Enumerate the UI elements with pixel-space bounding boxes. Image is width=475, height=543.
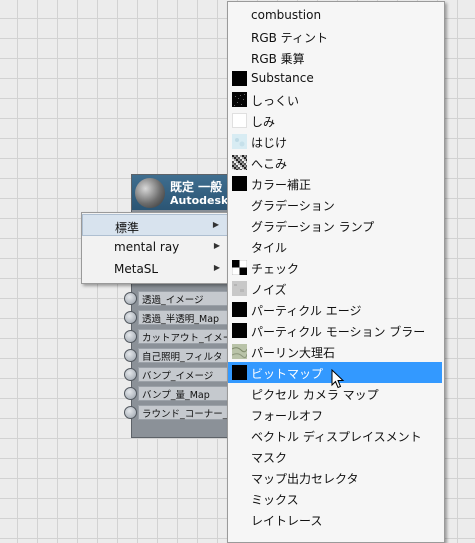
menu-item-map-type[interactable]: ベクトル ディスプレイスメント <box>228 425 442 446</box>
menu-item-map-type[interactable]: レイトレース <box>228 509 442 530</box>
material-sphere-thumbnail <box>135 178 165 208</box>
menu-item-label: マスク <box>251 451 288 465</box>
menu-item-label: しみ <box>251 115 276 129</box>
menu-item-map-type[interactable]: RGB 乗算 <box>228 47 442 68</box>
menu-item-label: グラデーション <box>251 199 335 213</box>
menu-item-map-type[interactable]: グラデーション <box>228 194 442 215</box>
node-header[interactable]: 既定 一般 Autodesk <box>132 175 232 210</box>
menu-item-map-type[interactable]: はじけ <box>228 131 442 152</box>
node-input-slot[interactable]: 透過_半透明_Map <box>124 308 232 327</box>
menu-item-map-type[interactable]: グラデーション ランプ <box>228 215 442 236</box>
node-input-slot[interactable]: 自己照明_フィルタ <box>124 346 232 365</box>
menu-item-label: mental ray <box>114 240 180 254</box>
menu-item-label: しっくい <box>251 94 300 108</box>
menu-item-label: タイル <box>251 241 288 255</box>
white-swatch-icon <box>232 113 247 128</box>
map-category-menu: 標準 ▶ mental ray ▶ MetaSL ▶ <box>81 212 231 284</box>
menu-item-label: レイトレース <box>251 514 323 528</box>
menu-item-label: ノイズ <box>251 283 287 297</box>
slot-socket-icon[interactable] <box>124 311 137 324</box>
menu-item-label: パーリン大理石 <box>251 346 336 360</box>
black-swatch-icon <box>232 176 247 191</box>
node-subtitle: Autodesk <box>170 194 229 207</box>
menu-item-map-type[interactable]: パーティクル エージ <box>228 299 442 320</box>
menu-item-label: グラデーション ランプ <box>251 220 375 234</box>
menu-item-map-type[interactable]: しみ <box>228 110 442 131</box>
menu-item-map-type[interactable]: ミックス <box>228 488 442 509</box>
map-type-menu: combustion RGB ティント RGB 乗算 Substance しっくいしみは… <box>227 1 445 543</box>
slot-label: 自己照明_フィルタ <box>142 352 223 363</box>
menu-item-label: フォールオフ <box>251 409 324 423</box>
slot-label: バンプ_量_Map <box>142 390 210 401</box>
slot-label: カットアウト_イメージ <box>142 333 230 344</box>
slot-socket-icon[interactable] <box>124 349 137 362</box>
menu-item-label: Substance <box>251 71 314 85</box>
menu-item-map-type[interactable]: マップ出力セレクタ <box>228 467 442 488</box>
marble-swatch-icon <box>232 344 247 359</box>
mouse-cursor-icon <box>331 369 345 389</box>
menu-item-map-type[interactable]: フォールオフ <box>228 404 442 425</box>
menu-item-category[interactable]: mental ray ▶ <box>82 236 228 258</box>
black-swatch-icon <box>232 302 247 317</box>
node-title: 既定 一般 <box>170 180 223 194</box>
menu-item-category[interactable]: MetaSL ▶ <box>82 258 228 280</box>
menu-item-map-type[interactable]: マスク <box>228 446 442 467</box>
menu-item-map-type[interactable]: combustion <box>228 5 442 26</box>
menu-item-map-type[interactable]: カラー補正 <box>228 173 442 194</box>
menu-item-label: へこみ <box>251 157 288 171</box>
menu-item-map-type[interactable]: しっくい <box>228 89 442 110</box>
checker-swatch-icon <box>232 260 247 275</box>
submenu-arrow-icon: ▶ <box>213 241 220 250</box>
menu-item-label: combustion <box>251 8 322 22</box>
menu-item-label: チェック <box>251 262 300 276</box>
menu-item-label: パーティクル エージ <box>251 304 362 318</box>
menu-item-label: RGB ティント <box>251 31 328 45</box>
slot-socket-icon[interactable] <box>124 387 137 400</box>
menu-item-map-type[interactable]: Substance <box>228 68 442 89</box>
menu-item-label: カラー補正 <box>251 178 312 192</box>
black-swatch-icon <box>232 365 247 380</box>
menu-item-label: RGB 乗算 <box>251 52 305 66</box>
slot-label: ラウンド_コーナー_ラ <box>142 409 230 420</box>
menu-item-label: マップ出力セレクタ <box>251 472 359 486</box>
gray-noise-swatch-icon <box>232 281 247 296</box>
menu-item-map-type[interactable]: チェック <box>228 257 442 278</box>
slot-socket-icon[interactable] <box>124 292 137 305</box>
slot-label: バンプ_イメージ <box>142 371 214 382</box>
node-input-slot[interactable]: 透過_イメージ <box>124 289 232 308</box>
menu-item-label: MetaSL <box>114 262 159 276</box>
light-blue-swatch-icon <box>232 134 247 149</box>
menu-item-category[interactable]: 標準 ▶ <box>82 214 228 236</box>
menu-item-label: 標準 <box>115 221 140 235</box>
slot-socket-icon[interactable] <box>124 406 137 419</box>
black-swatch-icon <box>232 323 247 338</box>
menu-item-map-type[interactable]: パーリン大理石 <box>228 341 442 362</box>
menu-item-label: パーティクル モーション ブラー <box>251 325 426 339</box>
menu-item-label: ビットマップ <box>251 367 324 381</box>
menu-item-map-type[interactable]: RGB ティント <box>228 26 442 47</box>
slot-socket-icon[interactable] <box>124 368 137 381</box>
menu-item-label: ミックス <box>251 493 299 507</box>
menu-item-map-type[interactable]: パーティクル モーション ブラー <box>228 320 442 341</box>
node-input-slot[interactable]: バンプ_イメージ <box>124 365 232 384</box>
node-input-slot[interactable]: カットアウト_イメージ <box>124 327 232 346</box>
slot-label: 透過_イメージ <box>142 295 204 306</box>
menu-item-label: はじけ <box>251 136 288 150</box>
node-input-slot[interactable]: バンプ_量_Map <box>124 384 232 403</box>
noise-swatch-icon <box>232 155 247 170</box>
node-input-slot[interactable]: ラウンド_コーナー_ラ <box>124 403 232 422</box>
slot-label: 透過_半透明_Map <box>142 314 220 325</box>
submenu-arrow-icon: ▶ <box>213 263 220 272</box>
menu-item-label: ベクトル ディスプレイスメント <box>251 430 422 444</box>
slot-socket-icon[interactable] <box>124 330 137 343</box>
menu-item-map-type[interactable]: タイル <box>228 236 442 257</box>
black-swatch-icon <box>232 71 247 86</box>
menu-item-map-type[interactable]: へこみ <box>228 152 442 173</box>
menu-item-map-type[interactable]: ノイズ <box>228 278 442 299</box>
menu-item-label: ピクセル カメラ マップ <box>251 388 379 402</box>
submenu-arrow-icon: ▶ <box>212 220 219 229</box>
speckle-swatch-icon <box>232 92 247 107</box>
